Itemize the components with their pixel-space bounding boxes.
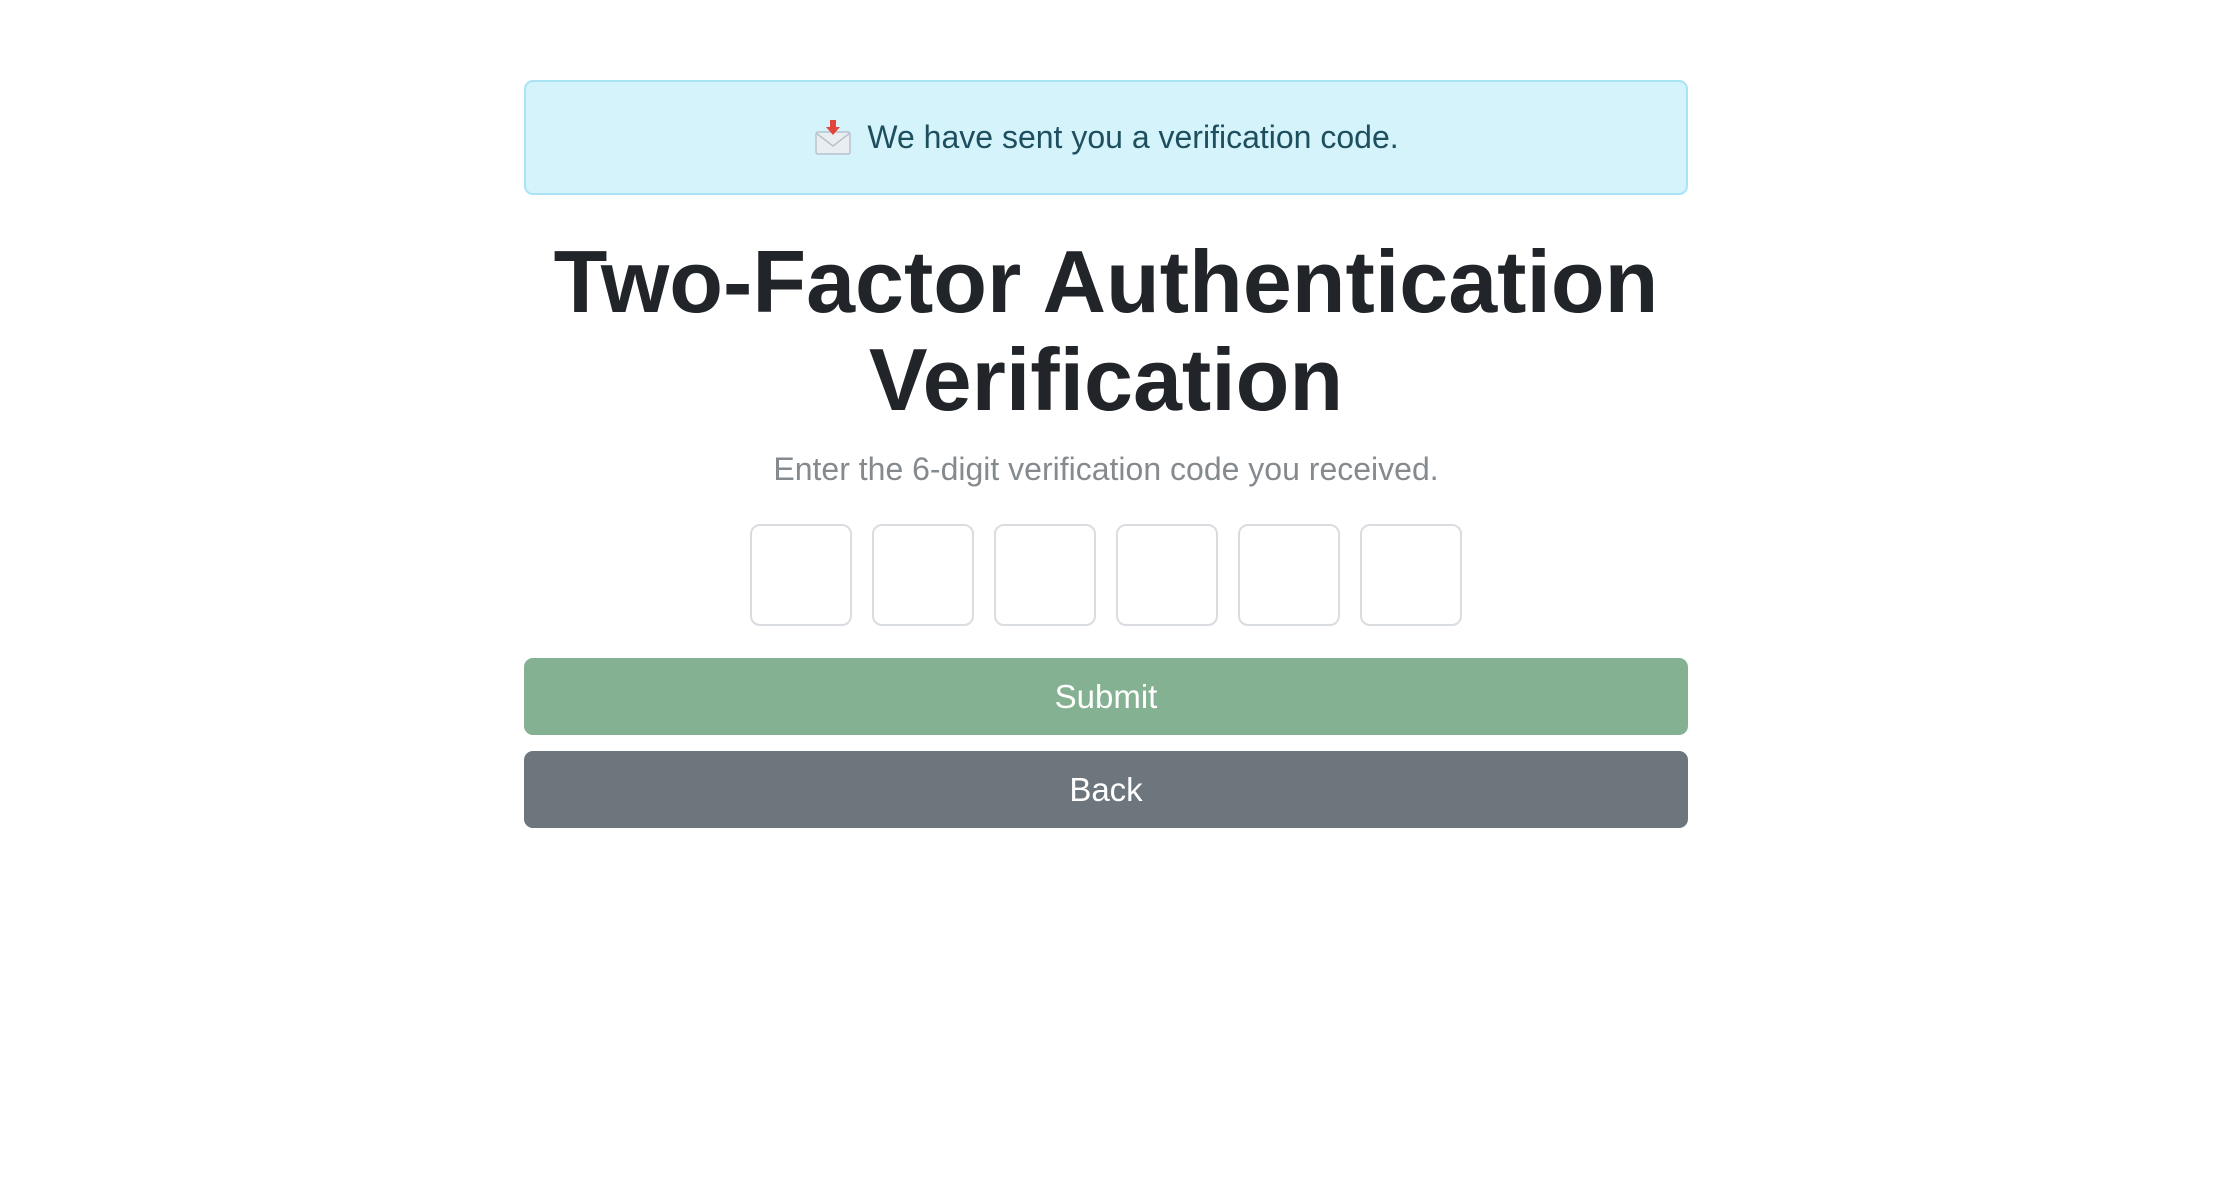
alert-message: We have sent you a verification code. [867, 119, 1399, 155]
back-button[interactable]: Back [524, 751, 1688, 828]
instruction-text: Enter the 6-digit verification code you … [773, 451, 1439, 487]
code-digit-1-input[interactable] [750, 524, 852, 626]
code-digit-2-input[interactable] [872, 524, 974, 626]
verification-sent-alert: We have sent you a verification code. [524, 80, 1688, 195]
verification-panel: We have sent you a verification code. Tw… [524, 80, 1688, 828]
code-digit-4-input[interactable] [1116, 524, 1218, 626]
envelope-with-arrow-icon [813, 118, 853, 158]
code-digit-3-input[interactable] [994, 524, 1096, 626]
page-title: Two-Factor Authentication Verification [553, 232, 1659, 429]
submit-button[interactable]: Submit [524, 658, 1688, 735]
code-digit-6-input[interactable] [1360, 524, 1462, 626]
code-digit-5-input[interactable] [1238, 524, 1340, 626]
code-input-group [524, 524, 1688, 626]
